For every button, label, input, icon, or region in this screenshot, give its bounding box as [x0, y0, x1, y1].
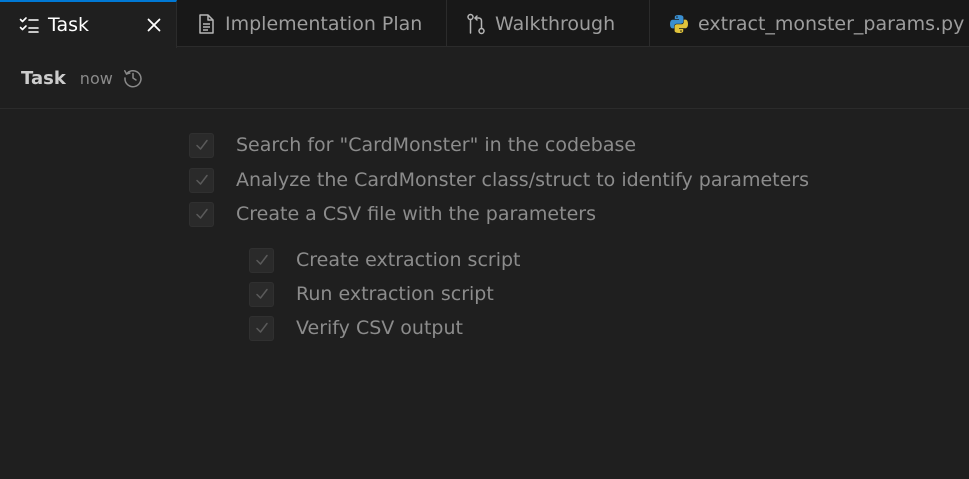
checkbox[interactable]: [189, 201, 214, 227]
tab-label: Walkthrough: [495, 12, 616, 35]
tab-bar: Task Implementation Plan Walkthrough ext…: [0, 0, 969, 48]
task-label: Create a CSV file with the parameters: [236, 203, 596, 225]
subtask-item[interactable]: Run extraction script: [249, 281, 494, 307]
checkbox[interactable]: [249, 281, 274, 307]
subtask-label: Verify CSV output: [296, 317, 463, 339]
close-icon[interactable]: [144, 15, 164, 35]
document-icon: [195, 13, 217, 35]
tab-label: Task: [48, 14, 90, 36]
tab-task[interactable]: Task: [0, 0, 177, 48]
tab-label: Implementation Plan: [225, 12, 423, 35]
checkbox[interactable]: [189, 132, 214, 158]
subtask-item[interactable]: Verify CSV output: [249, 315, 463, 341]
subtask-item[interactable]: Create extraction script: [249, 247, 521, 273]
task-item[interactable]: Analyze the CardMonster class/struct to …: [189, 167, 809, 193]
git-compare-icon: [465, 13, 487, 35]
timestamp: now: [79, 68, 113, 88]
tab-walkthrough[interactable]: Walkthrough: [447, 0, 650, 47]
task-item[interactable]: Search for "CardMonster" in the codebase: [189, 132, 636, 158]
task-header: Task now: [0, 48, 969, 109]
tab-extract-monster-params[interactable]: extract_monster_params.py: [650, 0, 969, 47]
history-icon[interactable]: [122, 67, 144, 89]
checkbox[interactable]: [249, 315, 274, 341]
subtask-label: Create extraction script: [296, 249, 521, 271]
checkbox[interactable]: [249, 247, 274, 273]
task-label: Search for "CardMonster" in the codebase: [236, 134, 637, 156]
subtask-label: Run extraction script: [296, 283, 494, 305]
python-icon: [668, 13, 690, 35]
checklist-icon: [18, 14, 40, 36]
task-item[interactable]: Create a CSV file with the parameters: [189, 201, 596, 227]
tab-implementation-plan[interactable]: Implementation Plan: [177, 0, 447, 47]
task-label: Analyze the CardMonster class/struct to …: [236, 169, 809, 191]
tab-label: extract_monster_params.py: [698, 12, 965, 35]
checkbox[interactable]: [189, 167, 214, 193]
page-title: Task: [21, 67, 66, 89]
